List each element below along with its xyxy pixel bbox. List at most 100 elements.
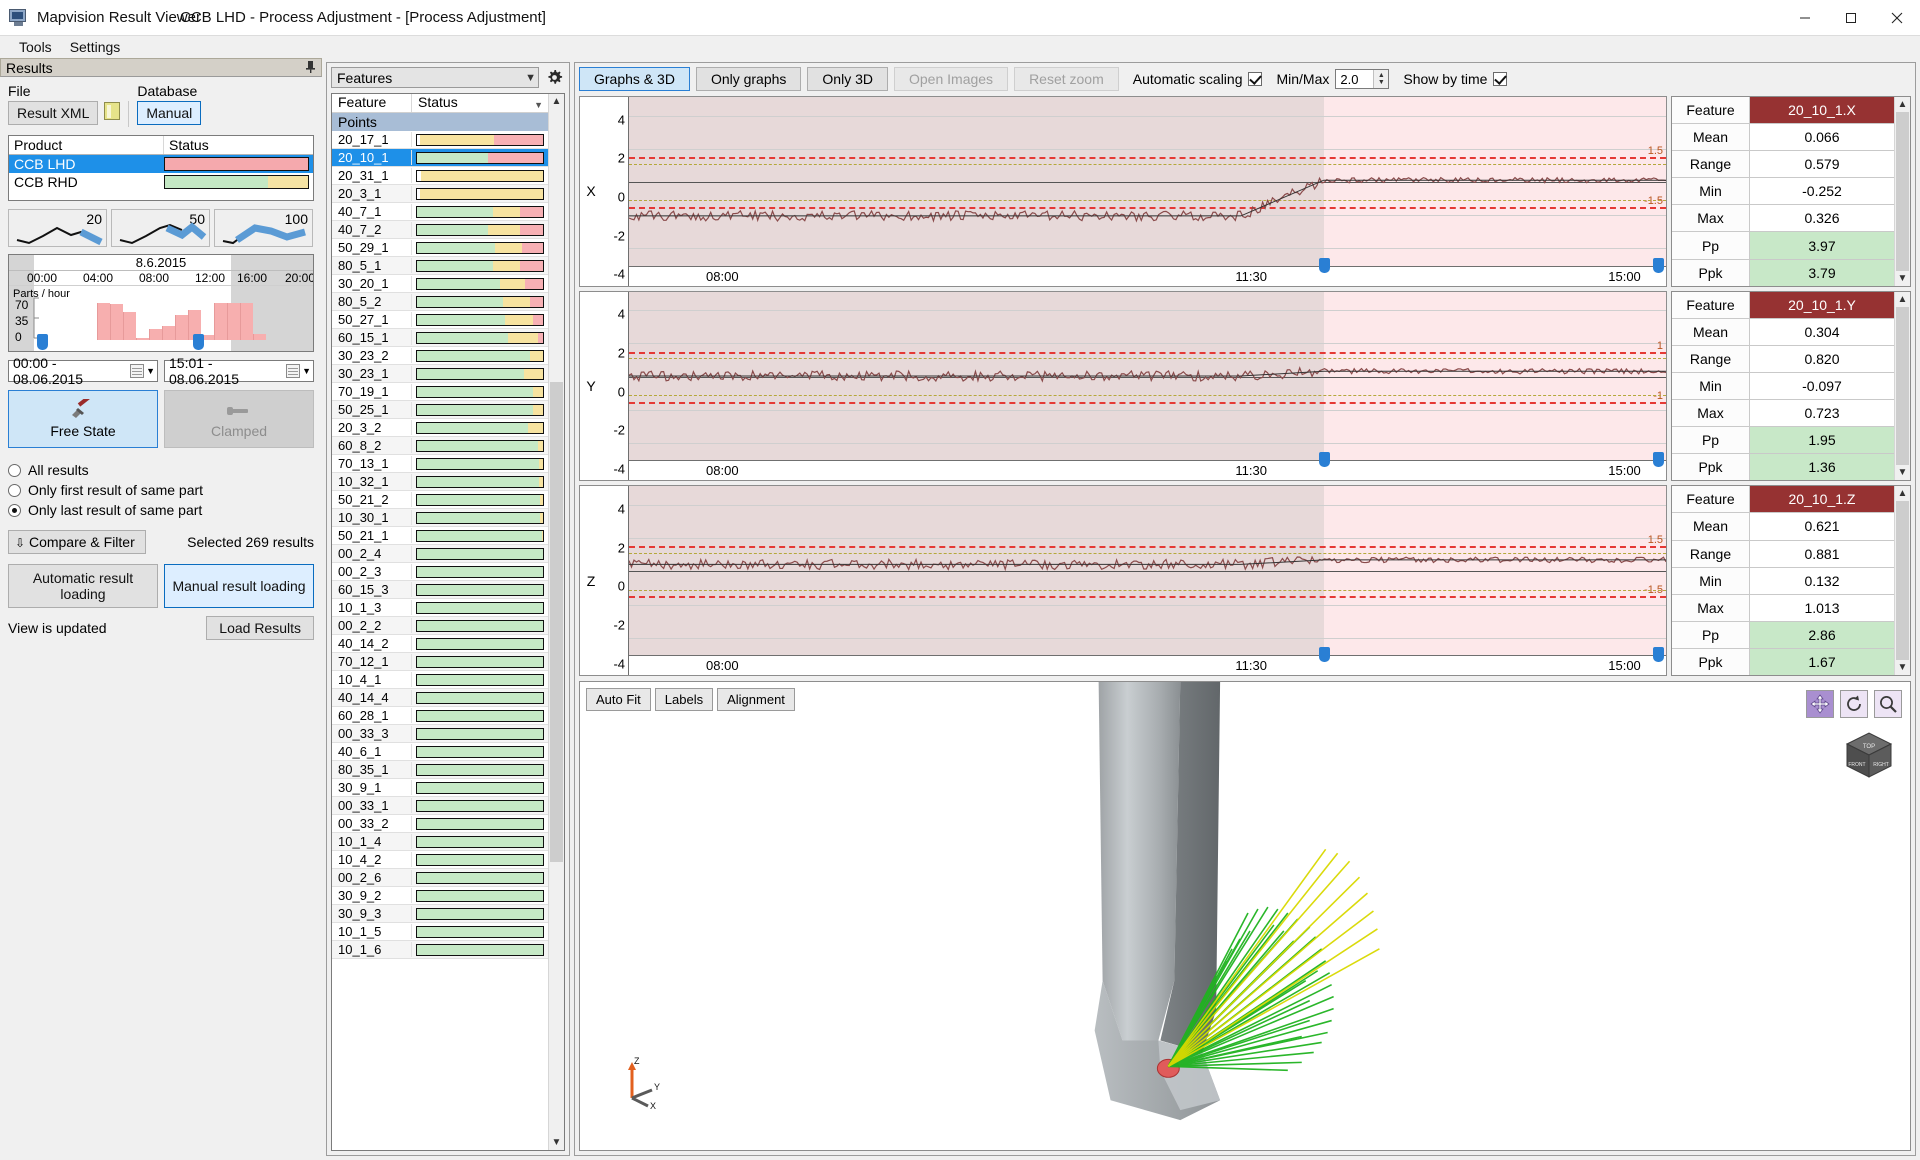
spinner-arrows[interactable]: ▲ ▼	[1373, 70, 1389, 88]
features-group-points[interactable]: Points	[332, 113, 548, 131]
view-cube-icon[interactable]: TOP FRONT RIGHT	[1842, 728, 1896, 782]
clamped-button[interactable]: Clamped	[164, 390, 314, 448]
calendar-dropdown[interactable]: ▼	[130, 364, 155, 378]
radio-only-first[interactable]: Only first result of same part	[8, 482, 314, 498]
feature-row[interactable]: 60_15_3	[332, 581, 548, 599]
alignment-button[interactable]: Alignment	[717, 688, 795, 711]
feature-row[interactable]: 00_2_6	[332, 869, 548, 887]
feature-row[interactable]: 10_30_1	[332, 509, 548, 527]
scroll-down-icon[interactable]: ▼	[552, 1135, 562, 1150]
feature-row[interactable]: 60_8_2	[332, 437, 548, 455]
feature-row[interactable]: 50_21_2	[332, 491, 548, 509]
pan-move-icon[interactable]	[1806, 690, 1834, 718]
minimize-icon[interactable]	[1782, 0, 1828, 36]
menu-item-settings[interactable]: Settings	[61, 37, 130, 57]
open-images-button[interactable]: Open Images	[894, 67, 1009, 91]
feature-row[interactable]: 70_12_1	[332, 653, 548, 671]
sparkline-50[interactable]: 50	[111, 209, 210, 247]
feature-row[interactable]: 40_14_2	[332, 635, 548, 653]
graph-range-handle-left[interactable]	[1318, 647, 1330, 663]
load-results-button[interactable]: Load Results	[206, 616, 314, 640]
reset-zoom-button[interactable]: Reset zoom	[1014, 67, 1119, 91]
feature-row[interactable]: 20_31_1	[332, 167, 548, 185]
feature-row[interactable]: 30_9_2	[332, 887, 548, 905]
histogram-range-handle-start[interactable]	[37, 334, 48, 350]
scrollbar-thumb[interactable]	[1896, 501, 1909, 661]
tab-only-3d[interactable]: Only 3D	[807, 67, 888, 91]
feature-row[interactable]: 10_4_1	[332, 671, 548, 689]
range-from-input[interactable]: 00:00 - 08.06.2015 ▼	[8, 355, 158, 387]
statistics-scrollbar[interactable]: ▲ ▼	[1894, 291, 1910, 481]
feature-row[interactable]: 00_2_3	[332, 563, 548, 581]
feature-row[interactable]: 10_1_3	[332, 599, 548, 617]
product-row[interactable]: CCB LHD	[9, 155, 313, 173]
feature-row[interactable]: 50_29_1	[332, 239, 548, 257]
feature-row[interactable]: 20_10_1	[332, 149, 548, 167]
features-combo[interactable]: Features ▼	[331, 67, 539, 88]
labels-button[interactable]: Labels	[654, 688, 714, 711]
xml-file-icon[interactable]	[104, 102, 121, 120]
graph-z[interactable]: Z 4 2 0 -2 -4 1.5 -1.5 08:00 11:30 15:00	[579, 485, 1667, 677]
features-scrollbar[interactable]: ▲ ▼	[548, 94, 564, 1150]
scroll-up-icon[interactable]: ▲	[1898, 292, 1908, 307]
product-row[interactable]: CCB RHD	[9, 173, 313, 191]
feature-row[interactable]: 30_23_1	[332, 365, 548, 383]
feature-row[interactable]: 50_27_1	[332, 311, 548, 329]
scroll-down-icon[interactable]: ▼	[1898, 660, 1908, 675]
manual-database-button[interactable]: Manual	[137, 101, 202, 125]
feature-row[interactable]: 30_23_2	[332, 347, 548, 365]
graph-range-handle-right[interactable]	[1653, 452, 1664, 468]
radio-only-last[interactable]: Only last result of same part	[8, 502, 314, 518]
feature-row[interactable]: 60_15_1	[332, 329, 548, 347]
range-to-input[interactable]: 15:01 - 08.06.2015 ▼	[164, 355, 314, 387]
graph-range-handle-right[interactable]	[1653, 647, 1664, 663]
feature-row[interactable]: 10_1_4	[332, 833, 548, 851]
pin-icon[interactable]	[305, 60, 316, 75]
feature-row[interactable]: 50_25_1	[332, 401, 548, 419]
scroll-up-icon[interactable]: ▲	[1898, 97, 1908, 112]
scroll-up-icon[interactable]: ▲	[552, 94, 562, 109]
feature-row[interactable]: 40_6_1	[332, 743, 548, 761]
3d-viewer[interactable]: Auto Fit Labels Alignment TOP FRONT RIGH…	[579, 681, 1911, 1151]
auto-fit-button[interactable]: Auto Fit	[586, 688, 651, 711]
feature-row[interactable]: 00_33_3	[332, 725, 548, 743]
column-status[interactable]: Status ▼	[412, 94, 548, 112]
feature-row[interactable]: 10_1_5	[332, 923, 548, 941]
show-by-time-checkbox[interactable]	[1493, 72, 1508, 86]
feature-row[interactable]: 20_17_1	[332, 131, 548, 149]
result-xml-button[interactable]: Result XML	[8, 101, 99, 125]
feature-row[interactable]: 50_21_1	[332, 527, 548, 545]
automatic-scaling-checkbox[interactable]	[1248, 72, 1263, 86]
feature-row[interactable]: 70_19_1	[332, 383, 548, 401]
feature-row[interactable]: 40_7_1	[332, 203, 548, 221]
tab-graphs-and-3d[interactable]: Graphs & 3D	[579, 67, 690, 91]
feature-row[interactable]: 20_3_1	[332, 185, 548, 203]
maximize-icon[interactable]	[1828, 0, 1874, 36]
column-feature[interactable]: Feature	[332, 94, 412, 112]
feature-row[interactable]: 10_1_6	[332, 941, 548, 959]
calendar-dropdown[interactable]: ▼	[286, 364, 311, 378]
histogram-range-handle-end[interactable]	[193, 334, 204, 350]
feature-row[interactable]: 40_7_2	[332, 221, 548, 239]
feature-row[interactable]: 00_2_2	[332, 617, 548, 635]
feature-row[interactable]: 00_33_1	[332, 797, 548, 815]
feature-row[interactable]: 80_5_1	[332, 257, 548, 275]
feature-row[interactable]: 10_4_2	[332, 851, 548, 869]
parts-per-hour-histogram[interactable]: 8.6.2015 00:00 04:00 08:00 12:00 16:00 20:00 0…	[8, 254, 314, 352]
statistics-scrollbar[interactable]: ▲ ▼	[1894, 486, 1910, 676]
graph-range-handle-left[interactable]	[1318, 257, 1330, 273]
graph-x[interactable]: X 4 2 0 -2 -4 1.5 -1.5 08:00 11:30 15:00	[579, 96, 1667, 287]
statistics-scrollbar[interactable]: ▲ ▼	[1894, 97, 1910, 286]
scrollbar-thumb[interactable]	[550, 382, 563, 862]
sparkline-20[interactable]: 20	[8, 209, 107, 247]
manual-result-loading-button[interactable]: Manual result loading	[164, 564, 314, 608]
sparkline-100[interactable]: 100	[214, 209, 313, 247]
feature-row[interactable]: 30_20_1	[332, 275, 548, 293]
minmax-input[interactable]: 2.0 ▲ ▼	[1335, 69, 1390, 89]
close-icon[interactable]	[1874, 0, 1920, 36]
feature-row[interactable]: 70_13_1	[332, 455, 548, 473]
graph-range-handle-left[interactable]	[1318, 452, 1330, 468]
graph-y[interactable]: Y 4 2 0 -2 -4 1 -1 08:00 11:30 15:00	[579, 290, 1667, 482]
automatic-result-loading-button[interactable]: Automatic result loading	[8, 564, 158, 608]
scroll-down-icon[interactable]: ▼	[1898, 465, 1908, 480]
